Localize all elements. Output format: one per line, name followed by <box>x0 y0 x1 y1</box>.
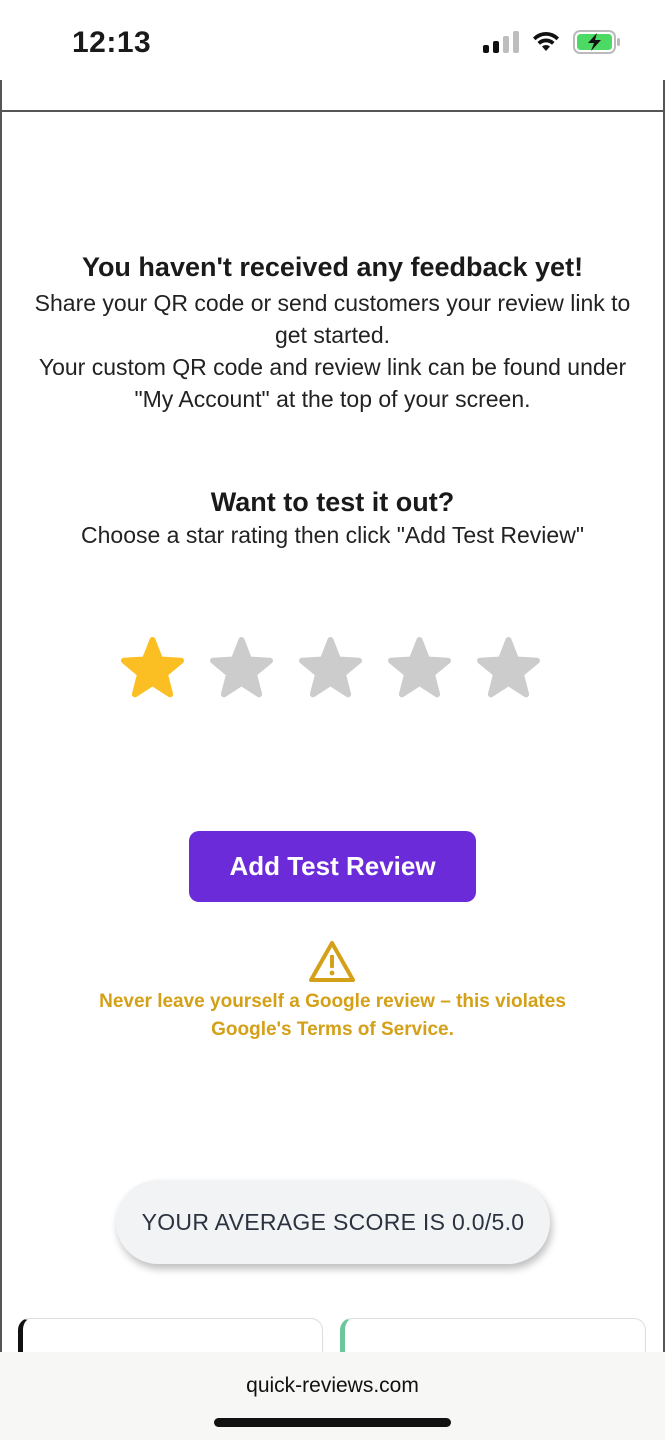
star-4-icon[interactable] <box>387 636 452 700</box>
warning-triangle-icon <box>309 941 355 982</box>
star-1-icon[interactable] <box>120 636 185 700</box>
browser-url-bar[interactable]: quick-reviews.com <box>0 1352 665 1440</box>
star-rating[interactable] <box>120 636 541 700</box>
home-indicator <box>214 1418 451 1427</box>
url-text[interactable]: quick-reviews.com <box>0 1374 665 1398</box>
empty-state-title: You haven't received any feedback yet! <box>81 252 584 282</box>
google-review-warning: Never leave yourself a Google review – t… <box>99 991 566 1040</box>
test-title: Want to test it out? <box>210 487 455 517</box>
star-3-icon[interactable] <box>298 636 363 700</box>
status-time: 12:13 <box>72 26 152 59</box>
battery-charging-icon <box>573 30 620 54</box>
average-score-pill: YOUR AVERAGE SCORE IS 0.0/5.0 <box>116 1180 550 1264</box>
star-5-icon[interactable] <box>476 636 541 700</box>
empty-state-line2: Your custom QR code and review link can … <box>38 354 627 412</box>
status-icons <box>483 30 621 54</box>
test-subtitle: Choose a star rating then click "Add Tes… <box>81 522 584 548</box>
add-test-review-button[interactable]: Add Test Review <box>189 831 476 902</box>
header-divider <box>0 110 665 112</box>
average-score-label: YOUR AVERAGE SCORE IS 0.0/5.0 <box>141 1208 525 1235</box>
star-2-icon[interactable] <box>209 636 274 700</box>
wifi-icon <box>533 31 559 51</box>
empty-state-description: Share your QR code or send customers you… <box>0 287 665 415</box>
empty-state-line1: Share your QR code or send customers you… <box>34 290 631 348</box>
status-bar: 12:13 <box>0 0 665 80</box>
cellular-signal-icon <box>483 31 519 53</box>
